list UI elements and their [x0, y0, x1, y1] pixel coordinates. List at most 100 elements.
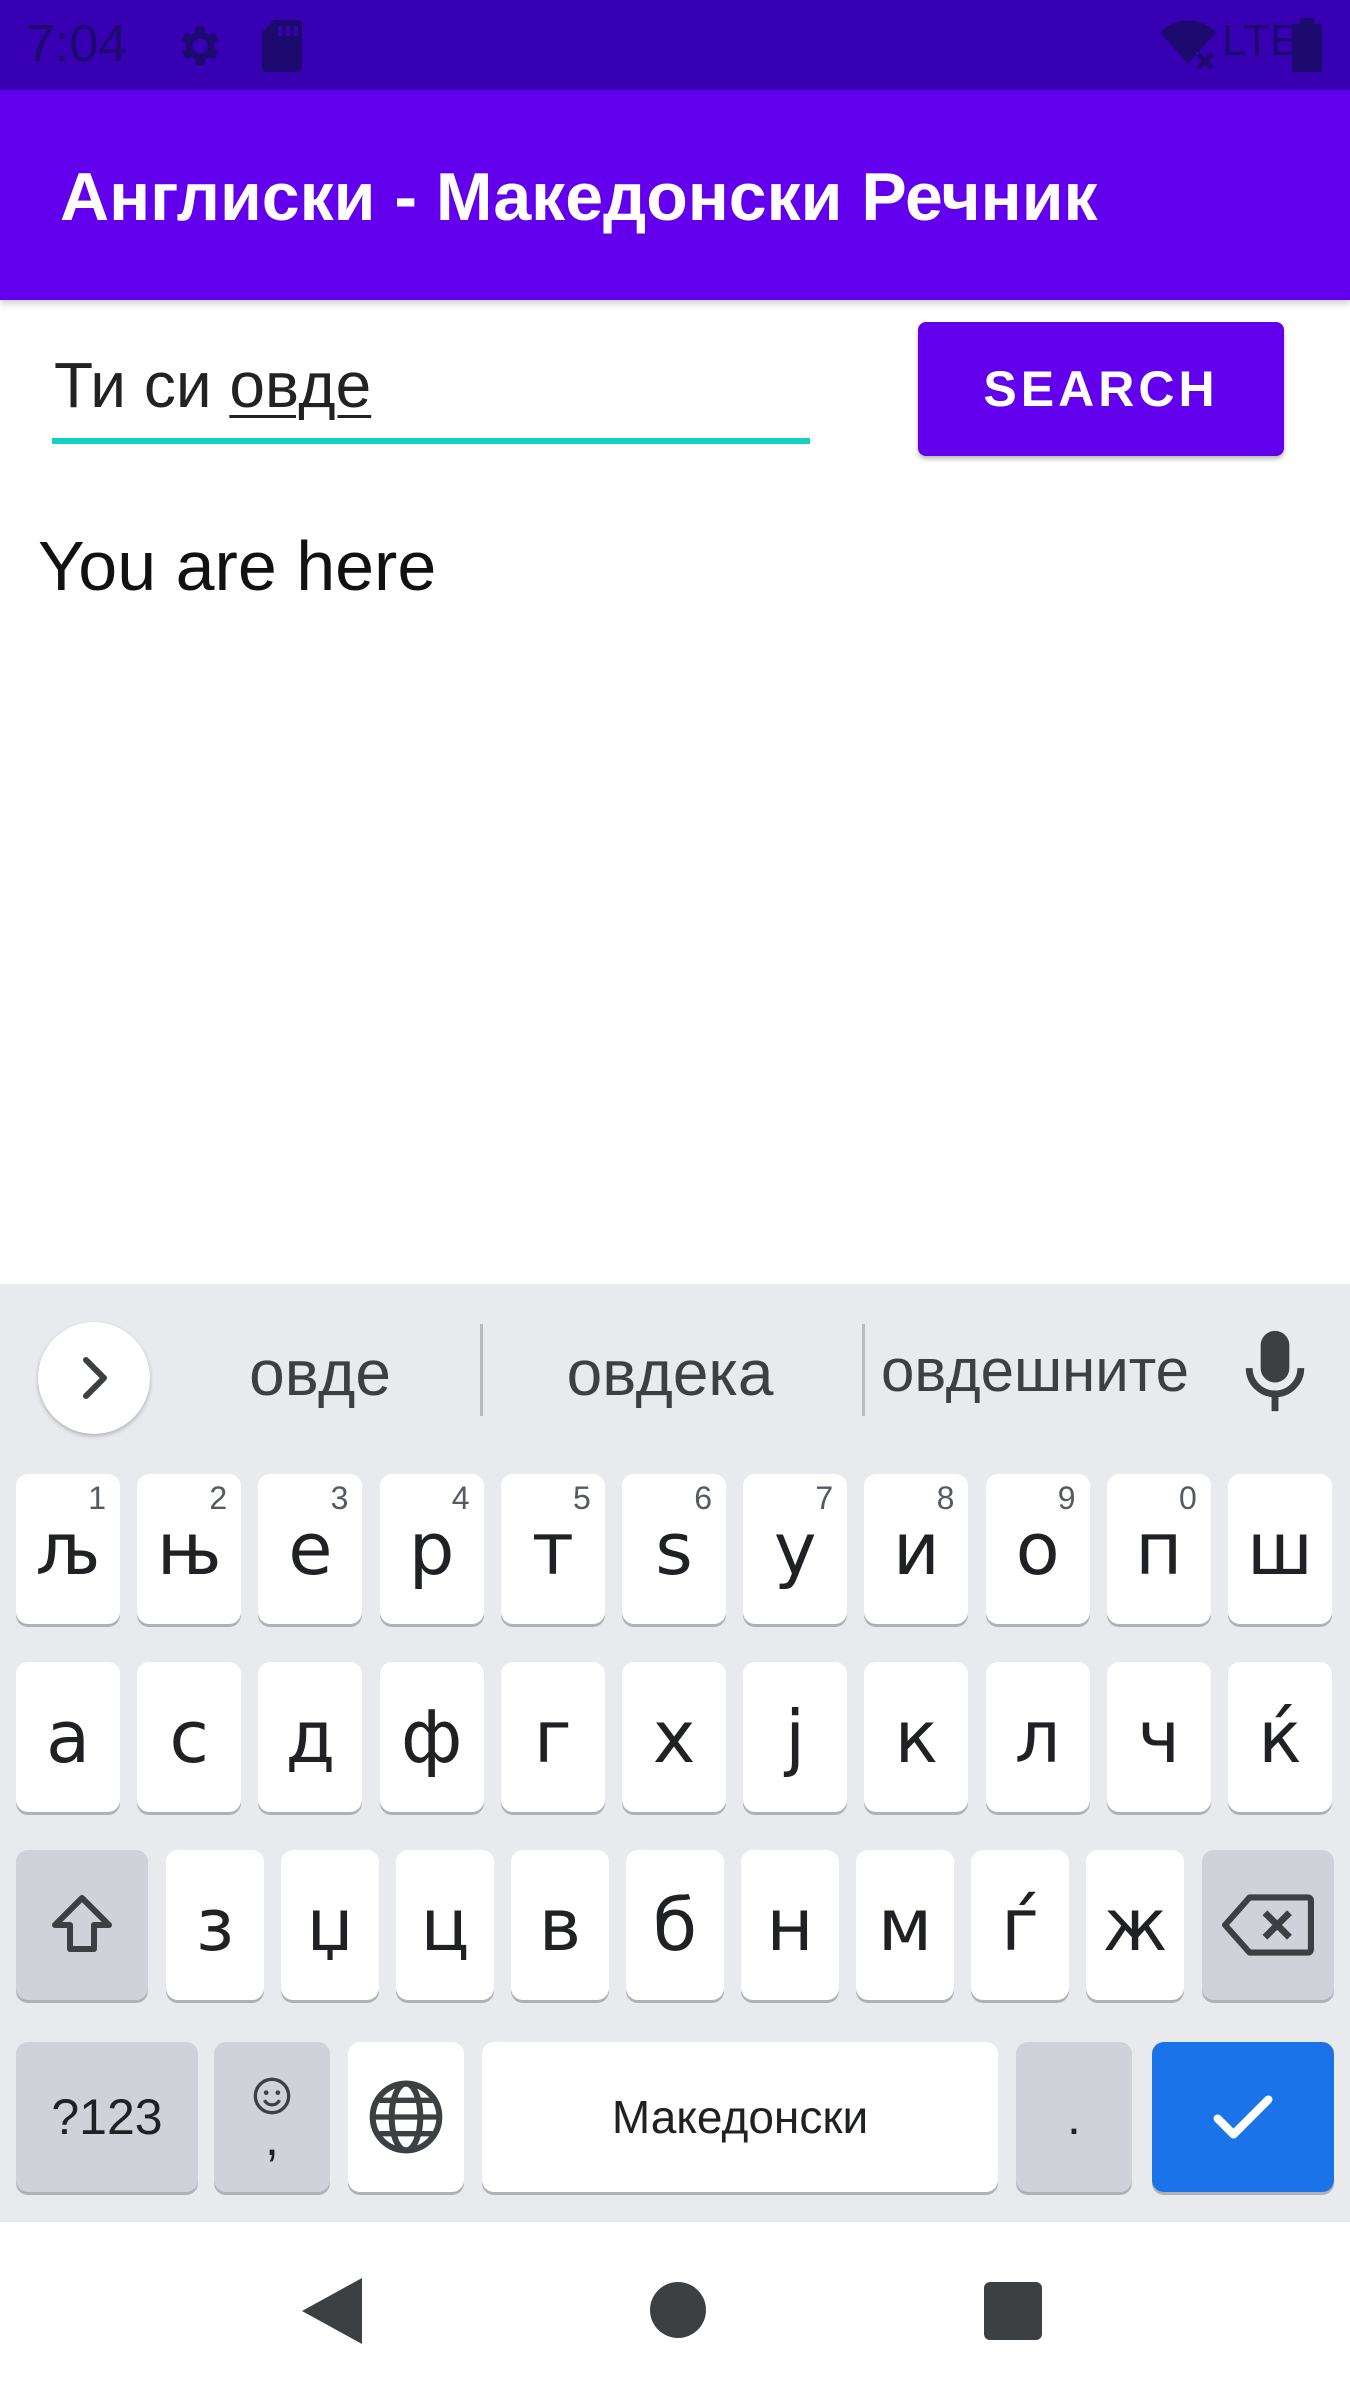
app-bar: Англиски - Македонски Речник: [0, 90, 1350, 300]
shift-key[interactable]: [16, 1850, 148, 2000]
space-key-label: Македонски: [611, 2091, 869, 2143]
key-label: о: [1015, 1507, 1060, 1591]
key-ж[interactable]: ж: [1086, 1850, 1184, 2000]
key-љ[interactable]: љ1: [16, 1474, 120, 1624]
key-и[interactable]: и8: [864, 1474, 969, 1624]
key-label: м: [877, 1883, 933, 1967]
home-icon[interactable]: [648, 2280, 708, 2340]
key-label: к: [894, 1695, 939, 1779]
key-ѕ[interactable]: ѕ6: [622, 1474, 726, 1624]
key-label: у: [773, 1507, 817, 1591]
key-label: с: [169, 1695, 209, 1779]
comma-label: ,: [265, 2110, 279, 2166]
key-о[interactable]: о9: [985, 1474, 1090, 1624]
key-number-hint: 5: [573, 1480, 591, 1516]
app-title: Англиски - Македонски Речник: [60, 159, 1098, 235]
key-в[interactable]: в: [511, 1850, 609, 2000]
key-number-hint: 6: [694, 1480, 712, 1516]
emoji-comma-key[interactable]: ,: [214, 2042, 330, 2192]
key-number-hint: 2: [209, 1480, 228, 1516]
symbols-key[interactable]: ?123: [16, 2042, 198, 2192]
lte-icon: LTE: [1222, 16, 1300, 65]
backspace-icon: [1222, 1894, 1314, 1956]
key-ќ[interactable]: ќ: [1228, 1662, 1332, 1812]
key-label: б: [652, 1883, 698, 1967]
key-label: г: [533, 1695, 572, 1779]
recents-icon[interactable]: [984, 2282, 1042, 2340]
key-label: ж: [1102, 1883, 1168, 1967]
search-input[interactable]: Ти си овде: [52, 340, 810, 444]
key-label: ч: [1137, 1695, 1181, 1779]
wifi-off-icon: [1160, 20, 1216, 77]
key-у[interactable]: у7: [743, 1474, 848, 1624]
key-number-hint: 8: [936, 1480, 955, 1516]
key-г[interactable]: г: [500, 1662, 605, 1812]
key-п[interactable]: п0: [1106, 1474, 1211, 1624]
key-label: џ: [306, 1883, 354, 1967]
key-label: п: [1135, 1507, 1183, 1591]
key-label: ф: [400, 1695, 463, 1779]
key-х[interactable]: х: [622, 1662, 726, 1812]
key-label: а: [45, 1695, 91, 1779]
key-а[interactable]: а: [16, 1662, 120, 1812]
key-м[interactable]: м: [856, 1850, 954, 2000]
translation-result: You are here: [38, 527, 437, 605]
suggestion-1[interactable]: овде: [170, 1336, 470, 1410]
key-label: ш: [1247, 1507, 1313, 1591]
key-н[interactable]: н: [741, 1850, 839, 2000]
key-џ[interactable]: џ: [281, 1850, 379, 2000]
key-number-hint: 3: [330, 1480, 349, 1516]
keyboard-expand-button[interactable]: [38, 1322, 150, 1434]
key-ф[interactable]: ф: [379, 1662, 484, 1812]
microphone-icon[interactable]: [1240, 1328, 1310, 1419]
key-label: т: [531, 1507, 574, 1591]
key-т[interactable]: т5: [500, 1474, 605, 1624]
search-input-composing: овде: [229, 349, 372, 421]
key-label: х: [652, 1695, 696, 1779]
key-label: ѕ: [655, 1507, 693, 1591]
key-њ[interactable]: њ2: [137, 1474, 242, 1624]
language-key[interactable]: [348, 2042, 464, 2192]
key-д[interactable]: д: [258, 1662, 363, 1812]
symbols-key-label: ?123: [51, 2089, 163, 2145]
backspace-key[interactable]: [1202, 1850, 1334, 2000]
key-label: л: [1014, 1695, 1061, 1779]
key-ц[interactable]: ц: [396, 1850, 494, 2000]
back-icon[interactable]: [302, 2278, 364, 2344]
key-label: з: [195, 1883, 235, 1967]
key-ѓ[interactable]: ѓ: [971, 1850, 1069, 2000]
key-р[interactable]: р4: [379, 1474, 484, 1624]
key-ч[interactable]: ч: [1106, 1662, 1211, 1812]
chevron-right-icon: [83, 1357, 107, 1399]
key-ш[interactable]: ш: [1228, 1474, 1332, 1624]
period-key[interactable]: .: [1016, 2042, 1132, 2192]
key-label: ќ: [1258, 1695, 1302, 1779]
checkmark-icon: [1213, 2095, 1273, 2139]
key-label: ц: [420, 1883, 470, 1967]
enter-key[interactable]: [1152, 2042, 1334, 2192]
key-с[interactable]: с: [137, 1662, 242, 1812]
key-з[interactable]: з: [166, 1850, 264, 2000]
suggestion-2[interactable]: овдека: [520, 1336, 820, 1410]
battery-icon: [1292, 18, 1322, 77]
key-к[interactable]: к: [864, 1662, 969, 1812]
settings-icon: [172, 20, 224, 77]
status-time: 7:04: [26, 15, 128, 73]
key-label: и: [892, 1507, 940, 1591]
key-е[interactable]: е3: [258, 1474, 363, 1624]
key-number-hint: 0: [1179, 1480, 1197, 1516]
space-key[interactable]: Македонски: [482, 2042, 998, 2192]
suggestion-divider: [480, 1324, 483, 1416]
soft-keyboard: овде овдека овдешните ?123 , Македонски …: [0, 1284, 1350, 2222]
sd-card-icon: [262, 20, 302, 77]
key-ј[interactable]: ј: [743, 1662, 848, 1812]
navigation-bar: [0, 2222, 1350, 2400]
key-л[interactable]: л: [985, 1662, 1090, 1812]
suggestion-3[interactable]: овдешните: [880, 1336, 1190, 1405]
key-number-hint: 4: [451, 1480, 470, 1516]
suggestion-bar: овде овдека овдешните: [0, 1284, 1350, 1454]
key-number-hint: 9: [1057, 1480, 1076, 1516]
key-label: н: [766, 1883, 814, 1967]
key-б[interactable]: б: [626, 1850, 724, 2000]
search-button[interactable]: SEARCH: [918, 322, 1284, 456]
